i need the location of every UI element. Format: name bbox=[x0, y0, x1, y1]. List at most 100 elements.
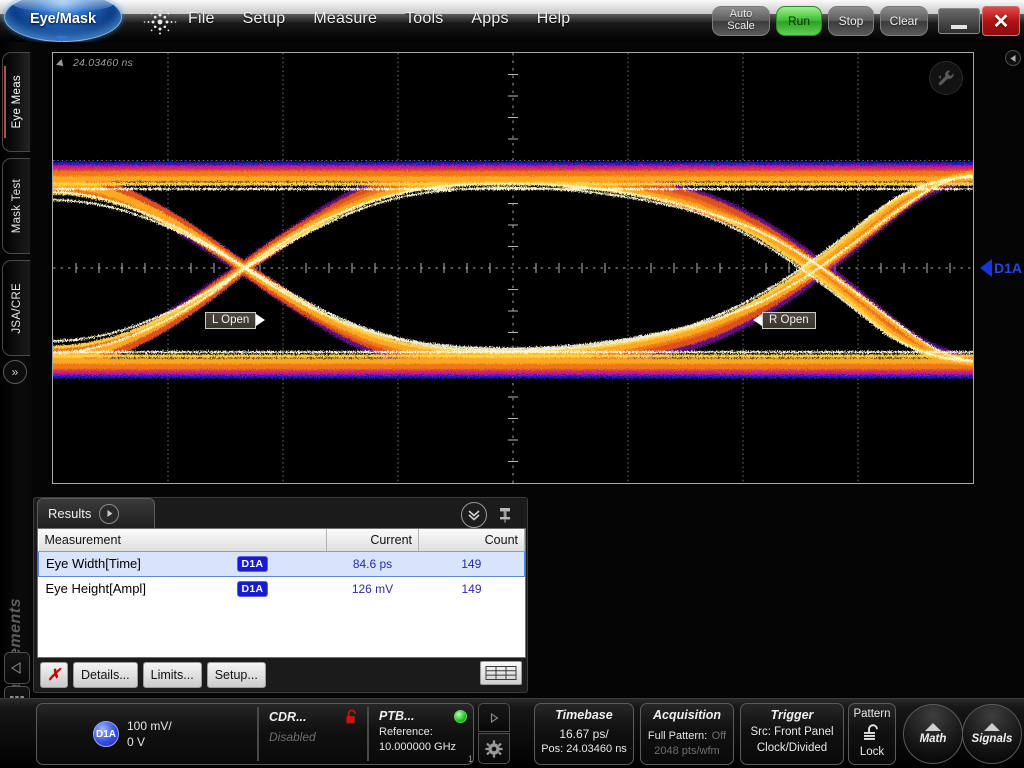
pushpin-icon bbox=[497, 506, 513, 524]
setup-button[interactable]: Setup... bbox=[207, 662, 266, 688]
pattern-lock-box[interactable]: Pattern Lock bbox=[848, 703, 896, 765]
table-header-row: Measurement Current Count bbox=[39, 529, 525, 551]
column-header-count[interactable]: Count bbox=[419, 529, 525, 551]
status-bar: D1A 100 mV/ 0 V CDR... Disabled bbox=[0, 698, 1024, 768]
channel-scale: 100 mV/ bbox=[127, 718, 172, 734]
channel-status-box[interactable]: D1A 100 mV/ 0 V CDR... Disabled bbox=[36, 703, 474, 765]
triangle-left-icon bbox=[1009, 54, 1018, 63]
signals-knob[interactable]: Signals bbox=[962, 704, 1022, 764]
close-x-icon: ✗ bbox=[47, 665, 60, 685]
triangle-up-icon bbox=[925, 723, 941, 731]
sidebar-more-button[interactable]: » bbox=[3, 360, 27, 384]
chevron-double-down-icon bbox=[466, 508, 482, 522]
plot-settings-button[interactable] bbox=[929, 61, 963, 95]
pattern-lock-bottom-label: Lock bbox=[849, 745, 895, 761]
results-table-container[interactable]: Measurement Current Count Eye Width[Time… bbox=[37, 528, 526, 658]
sidebar-item-jsa-cre-label: JSA/CRE bbox=[11, 283, 23, 334]
ptb-reference-label: Reference: bbox=[379, 725, 467, 740]
results-panel: Results bbox=[33, 497, 528, 693]
sidebar-item-eye-meas-label: Eye Meas bbox=[11, 75, 23, 129]
eye-diagram-canvas bbox=[53, 53, 973, 483]
math-knob-label: Math bbox=[920, 733, 947, 745]
menu-item-file[interactable]: File bbox=[188, 10, 215, 28]
menu-item-apps[interactable]: Apps bbox=[471, 10, 508, 28]
table-view-button[interactable] bbox=[480, 661, 522, 685]
gear-icon bbox=[485, 740, 503, 758]
tab-results[interactable]: Results bbox=[37, 498, 155, 528]
row-count-value: 149 bbox=[419, 551, 525, 576]
clear-button[interactable]: Clear bbox=[880, 6, 928, 36]
menu-item-setup[interactable]: Setup bbox=[243, 10, 286, 28]
math-knob[interactable]: Math bbox=[903, 704, 963, 764]
run-button[interactable]: Run bbox=[776, 6, 822, 36]
minimize-button[interactable] bbox=[938, 8, 980, 34]
column-header-current[interactable]: Current bbox=[327, 529, 419, 551]
chevron-double-right-icon: » bbox=[12, 365, 19, 379]
table-row[interactable]: Eye Width[Time] D1A 84.6 ps 149 bbox=[39, 551, 525, 576]
sidebar-item-jsa-cre[interactable]: JSA/CRE bbox=[2, 260, 30, 356]
status-play-button[interactable] bbox=[478, 703, 510, 732]
stop-button[interactable]: Stop bbox=[828, 6, 874, 36]
menu-bar: Eye/Mask File Setup Measure Tools Apps H… bbox=[0, 0, 1024, 42]
oscilloscope-app: Eye/Mask File Setup Measure Tools Apps H… bbox=[0, 0, 1024, 768]
ptb-reference-value: 10.000000 GHz bbox=[379, 740, 467, 755]
menu-item-measure[interactable]: Measure bbox=[313, 10, 377, 28]
column-header-measurement[interactable]: Measurement bbox=[39, 529, 327, 551]
eye-diagram-plot[interactable]: 24.03460 ns L Open R Open bbox=[52, 52, 974, 484]
sidebar-prev-button[interactable] bbox=[4, 652, 30, 684]
sidebar-item-eye-meas[interactable]: Eye Meas bbox=[2, 52, 30, 152]
close-button[interactable]: ✕ bbox=[982, 6, 1020, 36]
brand-label: Eye/Mask bbox=[30, 11, 96, 27]
acquisition-title: Acquisition bbox=[641, 708, 733, 722]
triangle-left-icon bbox=[980, 259, 992, 277]
play-triangle-icon bbox=[488, 712, 500, 724]
channel-position-marker[interactable]: D1A bbox=[980, 259, 1022, 277]
channel-scale-group[interactable]: D1A 100 mV/ 0 V bbox=[37, 704, 257, 764]
timebase-box[interactable]: Timebase 16.67 ps/ Pos: 24.03460 ns bbox=[534, 703, 634, 765]
chevron-down-icon[interactable] bbox=[56, 36, 68, 42]
trigger-title: Trigger bbox=[741, 708, 843, 722]
limits-button[interactable]: Limits... bbox=[143, 662, 202, 688]
results-toolbar: ✗ Details... Limits... Setup... bbox=[40, 661, 524, 689]
acquisition-points: 2048 pts/wfm bbox=[641, 744, 733, 759]
green-led-icon bbox=[454, 710, 467, 723]
details-button[interactable]: Details... bbox=[73, 662, 138, 688]
status-settings-button[interactable] bbox=[478, 733, 510, 764]
delete-measurement-button[interactable]: ✗ bbox=[40, 662, 68, 688]
wrench-icon bbox=[936, 68, 956, 88]
right-panel-toggle-button[interactable] bbox=[1005, 50, 1021, 66]
results-play-button[interactable] bbox=[99, 504, 119, 524]
left-sidebar: Eye Meas Mask Test JSA/CRE » Measurement… bbox=[0, 42, 32, 692]
trigger-box[interactable]: Trigger Src: Front Panel Clock/Divided bbox=[740, 703, 844, 765]
auto-scale-button[interactable]: Auto Scale bbox=[712, 6, 770, 36]
trigger-source: Src: Front Panel bbox=[741, 725, 843, 741]
sidebar-item-mask-test[interactable]: Mask Test bbox=[2, 158, 30, 254]
menu-item-help[interactable]: Help bbox=[537, 10, 571, 28]
table-row[interactable]: Eye Height[Ampl] D1A 126 mV 149 bbox=[39, 576, 525, 601]
marker-r-open-label: R Open bbox=[762, 312, 816, 329]
row-current-value: 84.6 ps bbox=[327, 551, 419, 576]
menu-item-tools[interactable]: Tools bbox=[405, 10, 443, 28]
cdr-group[interactable]: CDR... Disabled bbox=[261, 704, 367, 764]
run-control-buttons: Auto Scale Run Stop Clear bbox=[712, 6, 928, 36]
results-collapse-button[interactable] bbox=[461, 502, 487, 528]
row-current-value: 126 mV bbox=[327, 576, 419, 601]
marker-arrow-right-icon bbox=[256, 314, 265, 326]
marker-l-open[interactable]: L Open bbox=[205, 311, 265, 329]
triangle-left-icon bbox=[10, 661, 24, 675]
marker-r-open[interactable]: R Open bbox=[753, 311, 816, 329]
ptb-group[interactable]: PTB... Reference: 10.000000 GHz 1 bbox=[371, 704, 475, 764]
row-count-value: 149 bbox=[419, 576, 525, 601]
acquisition-pattern-value: Off bbox=[712, 730, 726, 742]
cdr-status: Disabled bbox=[269, 729, 359, 745]
play-icon bbox=[105, 509, 114, 518]
acquisition-box[interactable]: Acquisition Full Pattern: Off 2048 pts/w… bbox=[640, 703, 734, 765]
pattern-lock-top-label: Pattern bbox=[849, 707, 895, 723]
results-pin-button[interactable] bbox=[497, 506, 515, 526]
ptb-corner-number: 1 bbox=[468, 754, 473, 764]
close-icon: ✕ bbox=[993, 9, 1010, 34]
row-channel-cell: D1A bbox=[235, 551, 327, 576]
cdr-title: CDR... bbox=[269, 710, 307, 724]
timebase-position: Pos: 24.03460 ns bbox=[535, 742, 633, 757]
row-measurement-name: Eye Width[Time] bbox=[39, 551, 235, 576]
